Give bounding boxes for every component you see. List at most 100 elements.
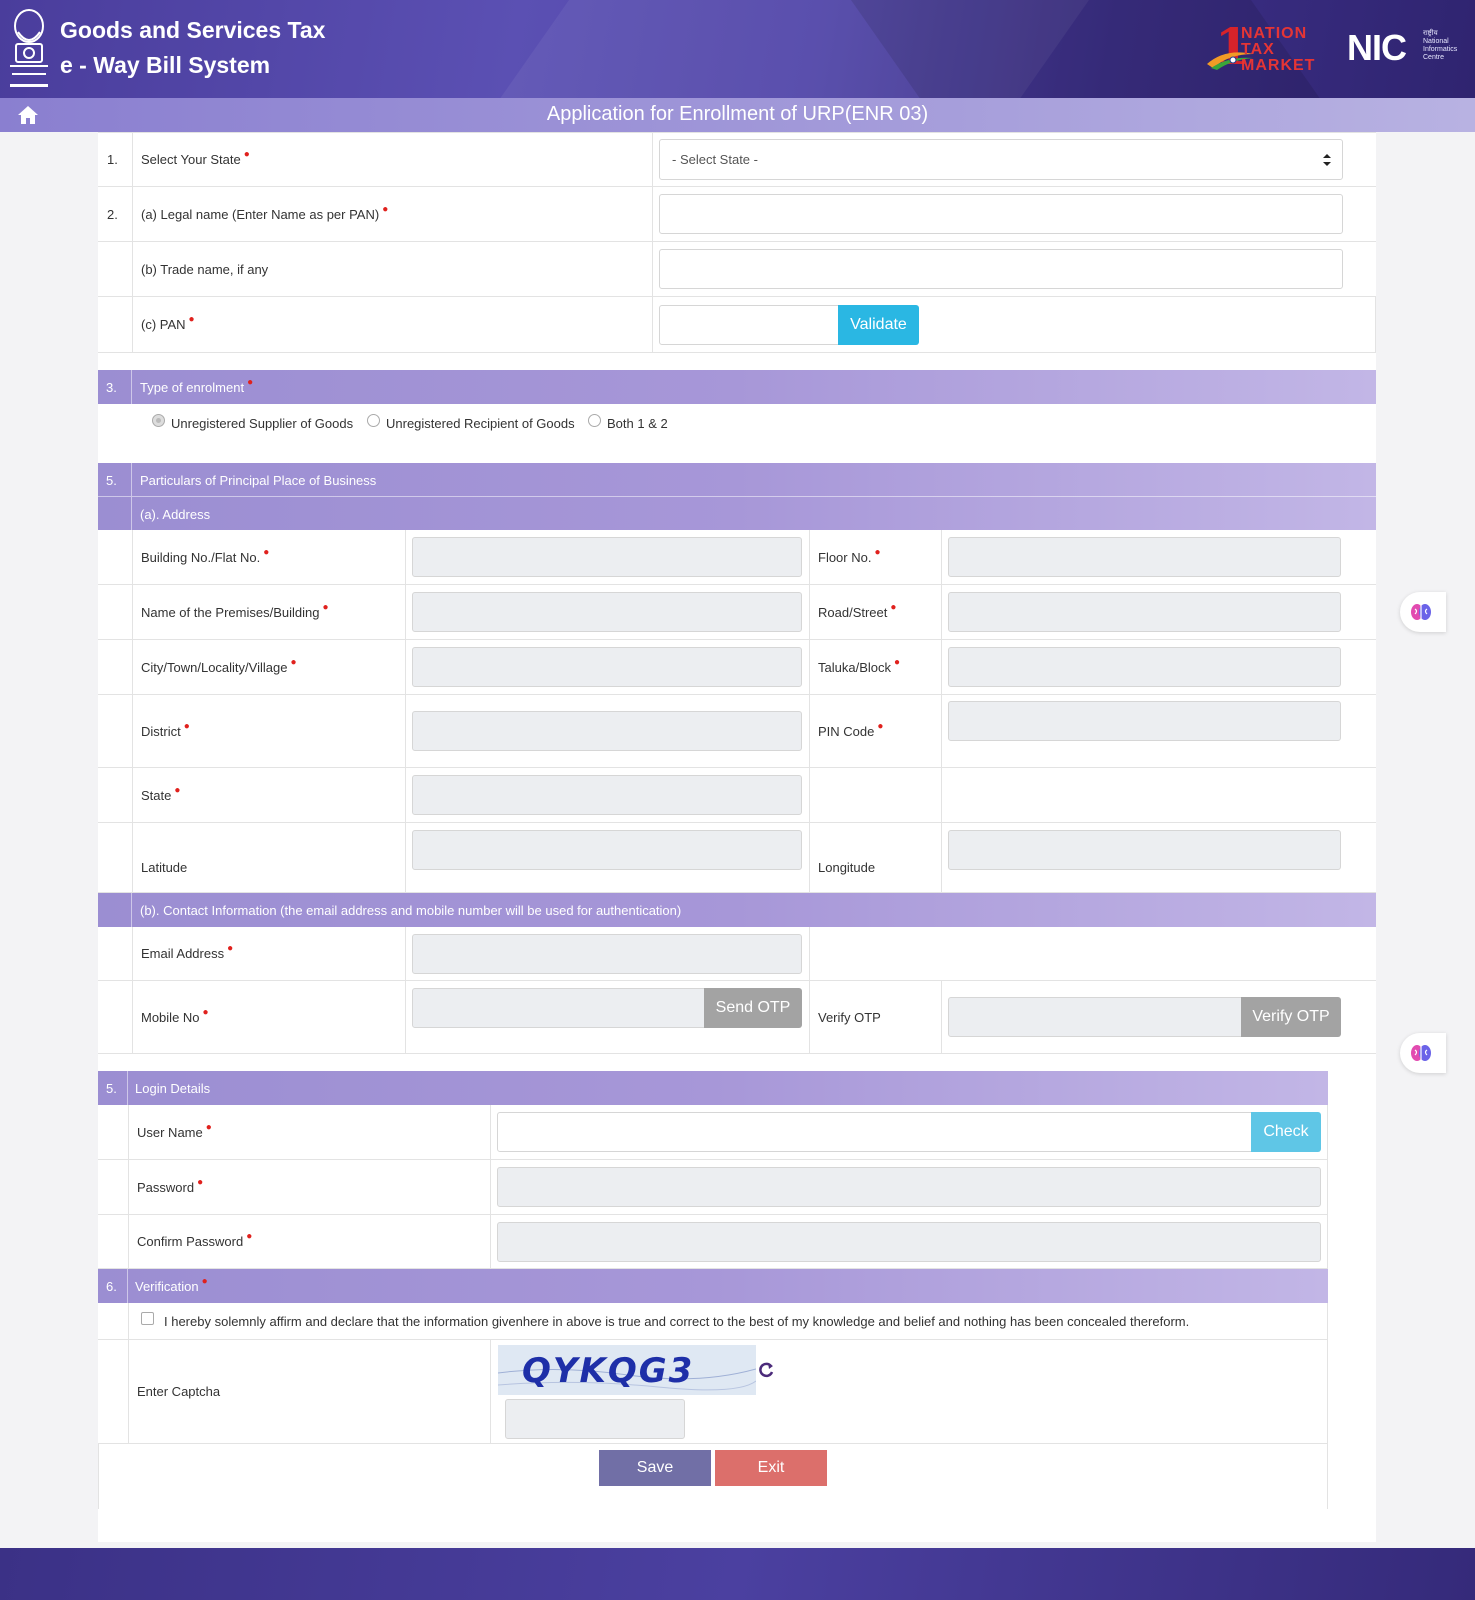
legal-name-row: 2. (a) Legal name (Enter Name as per PAN… [98, 187, 1376, 242]
check-username-button[interactable]: Check [1251, 1112, 1321, 1152]
radio-indicator[interactable] [152, 414, 165, 427]
pan-row: (c) PAN ● Validate [98, 297, 1376, 353]
enrolment-section-header: 3. Type of enrolment ● [98, 370, 1376, 404]
nation-tax-market-logo: 1 NATION TAX MARKET [1205, 22, 1335, 74]
road-input[interactable] [948, 592, 1341, 632]
address-row-2: Name of the Premises/Building ● Road/Stre… [98, 585, 1376, 640]
legal-name-label: (a) Legal name (Enter Name as per PAN) ● [132, 187, 652, 241]
taluka-input[interactable] [948, 647, 1341, 687]
nic-logo: NIC [1347, 27, 1407, 68]
required-marker: ● [290, 656, 297, 668]
radio-recipient[interactable]: Unregistered Recipient of Goods [367, 414, 575, 431]
send-otp-button[interactable]: Send OTP [704, 988, 802, 1028]
address-row-5: State ● [98, 768, 1376, 823]
pin-code-input[interactable] [948, 701, 1341, 741]
brain-icon [1411, 1045, 1431, 1061]
declaration-text: I hereby solemnly affirm and declare tha… [164, 1314, 1190, 1329]
premises-input[interactable] [412, 592, 802, 632]
confirm-password-row: Confirm Password ● [98, 1215, 1328, 1269]
select-caret-icon [1323, 154, 1331, 166]
declaration-checkbox[interactable] [141, 1312, 154, 1325]
validate-button[interactable]: Validate [838, 305, 919, 345]
title-bar: Application for Enrollment of URP(ENR 03… [0, 98, 1475, 132]
floor-input[interactable] [948, 537, 1341, 577]
captcha-image: QYKQG3 [498, 1345, 756, 1395]
latitude-input[interactable] [412, 830, 802, 870]
radio-indicator[interactable] [588, 414, 601, 427]
enrollment-form: 1. Select Your State ● - Select State - 2… [98, 132, 1376, 1542]
required-marker: ● [197, 1176, 204, 1188]
business-section-header: 5. Particulars of Principal Place of Bus… [98, 463, 1376, 497]
required-marker: ● [247, 376, 254, 388]
row-number: 2. [107, 206, 118, 222]
required-marker: ● [188, 314, 195, 325]
radio-both[interactable]: Both 1 & 2 [588, 414, 668, 431]
verification-section-header: 6. Verification ● [98, 1269, 1328, 1303]
state-input[interactable] [412, 775, 802, 815]
city-input[interactable] [412, 647, 802, 687]
radio-indicator[interactable] [367, 414, 380, 427]
address-row-4: District ● PIN Code ● [98, 695, 1376, 768]
required-marker: ● [893, 656, 901, 668]
building-input[interactable] [412, 537, 802, 577]
home-icon[interactable] [17, 105, 39, 125]
username-row: User Name ● Check [98, 1105, 1328, 1160]
assistant-widget-2[interactable] [1400, 1033, 1446, 1073]
login-section-header: 5. Login Details [98, 1071, 1328, 1105]
username-input[interactable] [497, 1112, 1253, 1152]
state-label: Select Your State ● [132, 133, 652, 186]
required-marker: ● [890, 601, 897, 613]
pan-input[interactable] [659, 305, 840, 345]
site-title-line2: e - Way Bill System [60, 52, 271, 78]
address-subsection-header: (a). Address [98, 496, 1376, 531]
required-marker: ● [243, 149, 250, 160]
required-marker: ● [227, 943, 234, 954]
mobile-row: Mobile No ● Send OTP Verify OTP Verify OT… [98, 981, 1376, 1054]
site-title-line1: Goods and Services Tax [60, 17, 326, 43]
radio-supplier[interactable]: Unregistered Supplier of Goods [152, 414, 353, 431]
required-marker: ● [183, 720, 190, 732]
nic-subtitle: राष्ट्रीय National Informatics Centre [1423, 30, 1458, 62]
site-footer [0, 1548, 1475, 1600]
refresh-captcha-icon[interactable] [758, 1361, 774, 1379]
site-header: Goods and Services Tax e - Way Bill Syst… [0, 0, 1475, 98]
address-row-3: City/Town/Locality/Village ● Taluka/Block… [98, 640, 1376, 695]
confirm-password-input[interactable] [497, 1222, 1321, 1262]
pan-label: (c) PAN ● [132, 297, 652, 352]
required-marker: ● [205, 1121, 212, 1133]
otp-input[interactable] [948, 997, 1243, 1037]
brain-icon [1411, 604, 1431, 620]
password-input[interactable] [497, 1167, 1321, 1207]
mobile-input[interactable] [412, 988, 706, 1028]
save-button[interactable]: Save [599, 1450, 711, 1486]
trade-name-input[interactable] [659, 249, 1343, 289]
password-row: Password ● [98, 1160, 1328, 1215]
email-row: Email Address ● [98, 927, 1376, 981]
required-marker: ● [382, 203, 389, 215]
required-marker: ● [174, 784, 181, 796]
state-select[interactable]: - Select State - [659, 139, 1343, 180]
national-emblem-icon [10, 9, 48, 87]
enrolment-options-row: Unregistered Supplier of Goods Unregiste… [98, 404, 1376, 460]
required-marker: ● [877, 720, 884, 732]
required-marker: ● [263, 546, 270, 558]
declaration-row: I hereby solemnly affirm and declare tha… [98, 1303, 1328, 1340]
required-marker: ● [246, 1231, 253, 1242]
legal-name-input[interactable] [659, 194, 1343, 234]
trade-name-row: (b) Trade name, if any [98, 242, 1376, 297]
email-input[interactable] [412, 934, 802, 974]
captcha-input[interactable] [505, 1399, 685, 1439]
district-input[interactable] [412, 711, 802, 751]
longitude-input[interactable] [948, 830, 1341, 870]
exit-button[interactable]: Exit [715, 1450, 827, 1486]
row-number: 1. [107, 152, 118, 167]
assistant-widget-1[interactable] [1400, 592, 1446, 632]
address-row-1: Building No./Flat No. ● Floor No. ● [98, 530, 1376, 585]
page-title: Application for Enrollment of URP(ENR 03… [546, 103, 929, 125]
required-marker: ● [874, 546, 881, 558]
state-row: 1. Select Your State ● - Select State - [98, 132, 1376, 187]
required-marker: ● [322, 601, 329, 613]
trade-name-label: (b) Trade name, if any [132, 242, 652, 296]
required-marker: ● [202, 1006, 209, 1018]
verify-otp-button[interactable]: Verify OTP [1241, 997, 1341, 1037]
